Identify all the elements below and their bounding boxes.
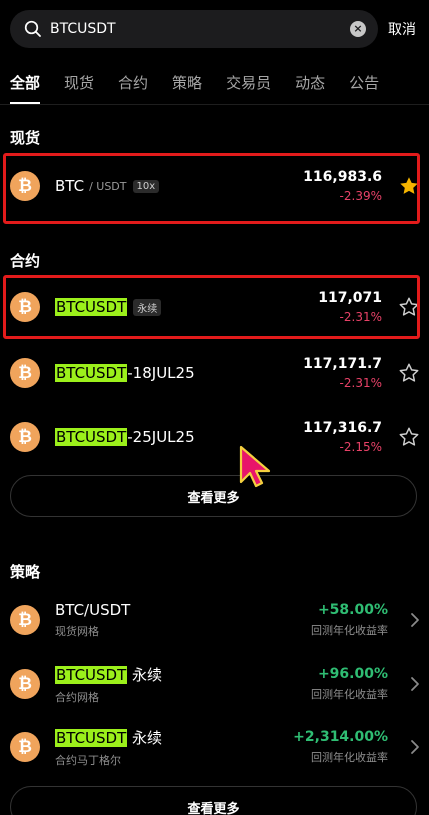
section-title-spot: 现货 [10, 129, 41, 147]
price-change: -2.31% [339, 310, 382, 324]
coin-name-highlight: BTCUSDT [55, 298, 128, 316]
section-title-strategy: 策略 [10, 563, 41, 581]
chevron-right-icon [396, 739, 420, 755]
strategy-type: 合约马丁格尔 [55, 753, 121, 767]
tab-announcements[interactable]: 公告 [349, 72, 379, 96]
coin-name-suffix: -18JUL25 [127, 364, 195, 382]
strategy-type: 现货网格 [55, 625, 99, 638]
tab-traders[interactable]: 交易员 [226, 72, 271, 96]
tab-strategy[interactable]: 策略 [172, 72, 202, 96]
tab-all[interactable]: 全部 [10, 72, 41, 104]
view-more-futures-button[interactable]: 查看更多 [10, 475, 417, 517]
view-more-strategy-button[interactable]: 查看更多 [10, 786, 417, 815]
quote-currency: / USDT [89, 179, 127, 193]
backtest-return-label: 回测年化收益率 [311, 624, 388, 637]
strategy-row[interactable]: ₿ BTCUSDT 永续 合约网格 +96.00% 回测年化收益率 [10, 659, 420, 709]
search-input[interactable] [50, 21, 350, 37]
section-title-futures: 合约 [10, 252, 41, 270]
clear-icon[interactable]: × [350, 21, 366, 37]
futures-row[interactable]: ₿ BTCUSDT-18JUL25 117,171.7 -2.31% [10, 345, 420, 401]
cancel-button[interactable]: 取消 [388, 19, 416, 39]
search-box[interactable]: × [10, 10, 378, 48]
strategy-row[interactable]: ₿ BTCUSDT 永续 合约马丁格尔 +2,314.00% 回测年化收益率 [10, 722, 420, 772]
backtest-return-label: 回测年化收益率 [311, 688, 388, 701]
bitcoin-icon: ₿ [10, 732, 40, 762]
last-price: 117,071 [318, 290, 382, 306]
strategy-row[interactable]: ₿ BTC/USDT 现货网格 +58.00% 回测年化收益率 [10, 595, 420, 645]
coin-name: BTC [55, 177, 85, 195]
pointer-cursor-icon [239, 445, 271, 488]
futures-row[interactable]: ₿ BTCUSDT 永续 117,071 -2.31% [10, 279, 420, 335]
backtest-return: +58.00% [317, 602, 388, 618]
star-outline-icon[interactable] [398, 362, 420, 384]
backtest-return: +2,314.00% [293, 729, 388, 745]
tab-futures[interactable]: 合约 [118, 72, 148, 96]
strategy-pair-highlight: BTCUSDT [55, 728, 128, 747]
strategy-pair: BTC/USDT [55, 601, 131, 619]
bitcoin-icon: ₿ [10, 292, 40, 322]
strategy-type: 合约网格 [55, 690, 99, 704]
futures-row[interactable]: ₿ BTCUSDT-25JUL25 117,316.7 -2.15% [10, 409, 420, 465]
tab-feed[interactable]: 动态 [295, 72, 325, 96]
bitcoin-icon: ₿ [10, 669, 40, 699]
backtest-return: +96.00% [317, 666, 388, 682]
backtest-return-label: 回测年化收益率 [311, 751, 388, 764]
tabs-divider [0, 104, 429, 105]
star-outline-icon[interactable] [398, 426, 420, 448]
search-icon [24, 20, 41, 37]
chevron-right-icon [396, 676, 420, 692]
star-outline-icon[interactable] [398, 296, 420, 318]
category-tabs: 全部 现货 合约 策略 交易员 动态 公告 [10, 72, 429, 104]
strategy-pair-suffix: 永续 [127, 665, 163, 684]
last-price: 117,316.7 [303, 420, 382, 436]
leverage-badge: 10x [132, 179, 160, 193]
chevron-right-icon [396, 612, 420, 628]
search-row: × 取消 [10, 10, 420, 48]
coin-name-highlight: BTCUSDT [55, 428, 128, 446]
bitcoin-icon: ₿ [10, 422, 40, 452]
strategy-pair-suffix: 永续 [127, 728, 163, 747]
bitcoin-icon: ₿ [10, 605, 40, 635]
price-change: -2.39% [339, 189, 382, 203]
spot-row-btc[interactable]: ₿ BTC / USDT 10x 116,983.6 -2.39% [10, 158, 420, 214]
price-change: -2.31% [339, 376, 382, 390]
star-filled-icon[interactable] [398, 175, 420, 197]
coin-name-suffix: -25JUL25 [127, 428, 195, 446]
tab-spot[interactable]: 现货 [64, 72, 94, 96]
strategy-pair-highlight: BTCUSDT [55, 665, 128, 684]
last-price: 117,171.7 [303, 356, 382, 372]
bitcoin-icon: ₿ [10, 358, 40, 388]
bitcoin-icon: ₿ [10, 171, 40, 201]
last-price: 116,983.6 [303, 169, 382, 185]
coin-name-highlight: BTCUSDT [55, 364, 128, 382]
perpetual-badge: 永续 [133, 298, 162, 316]
